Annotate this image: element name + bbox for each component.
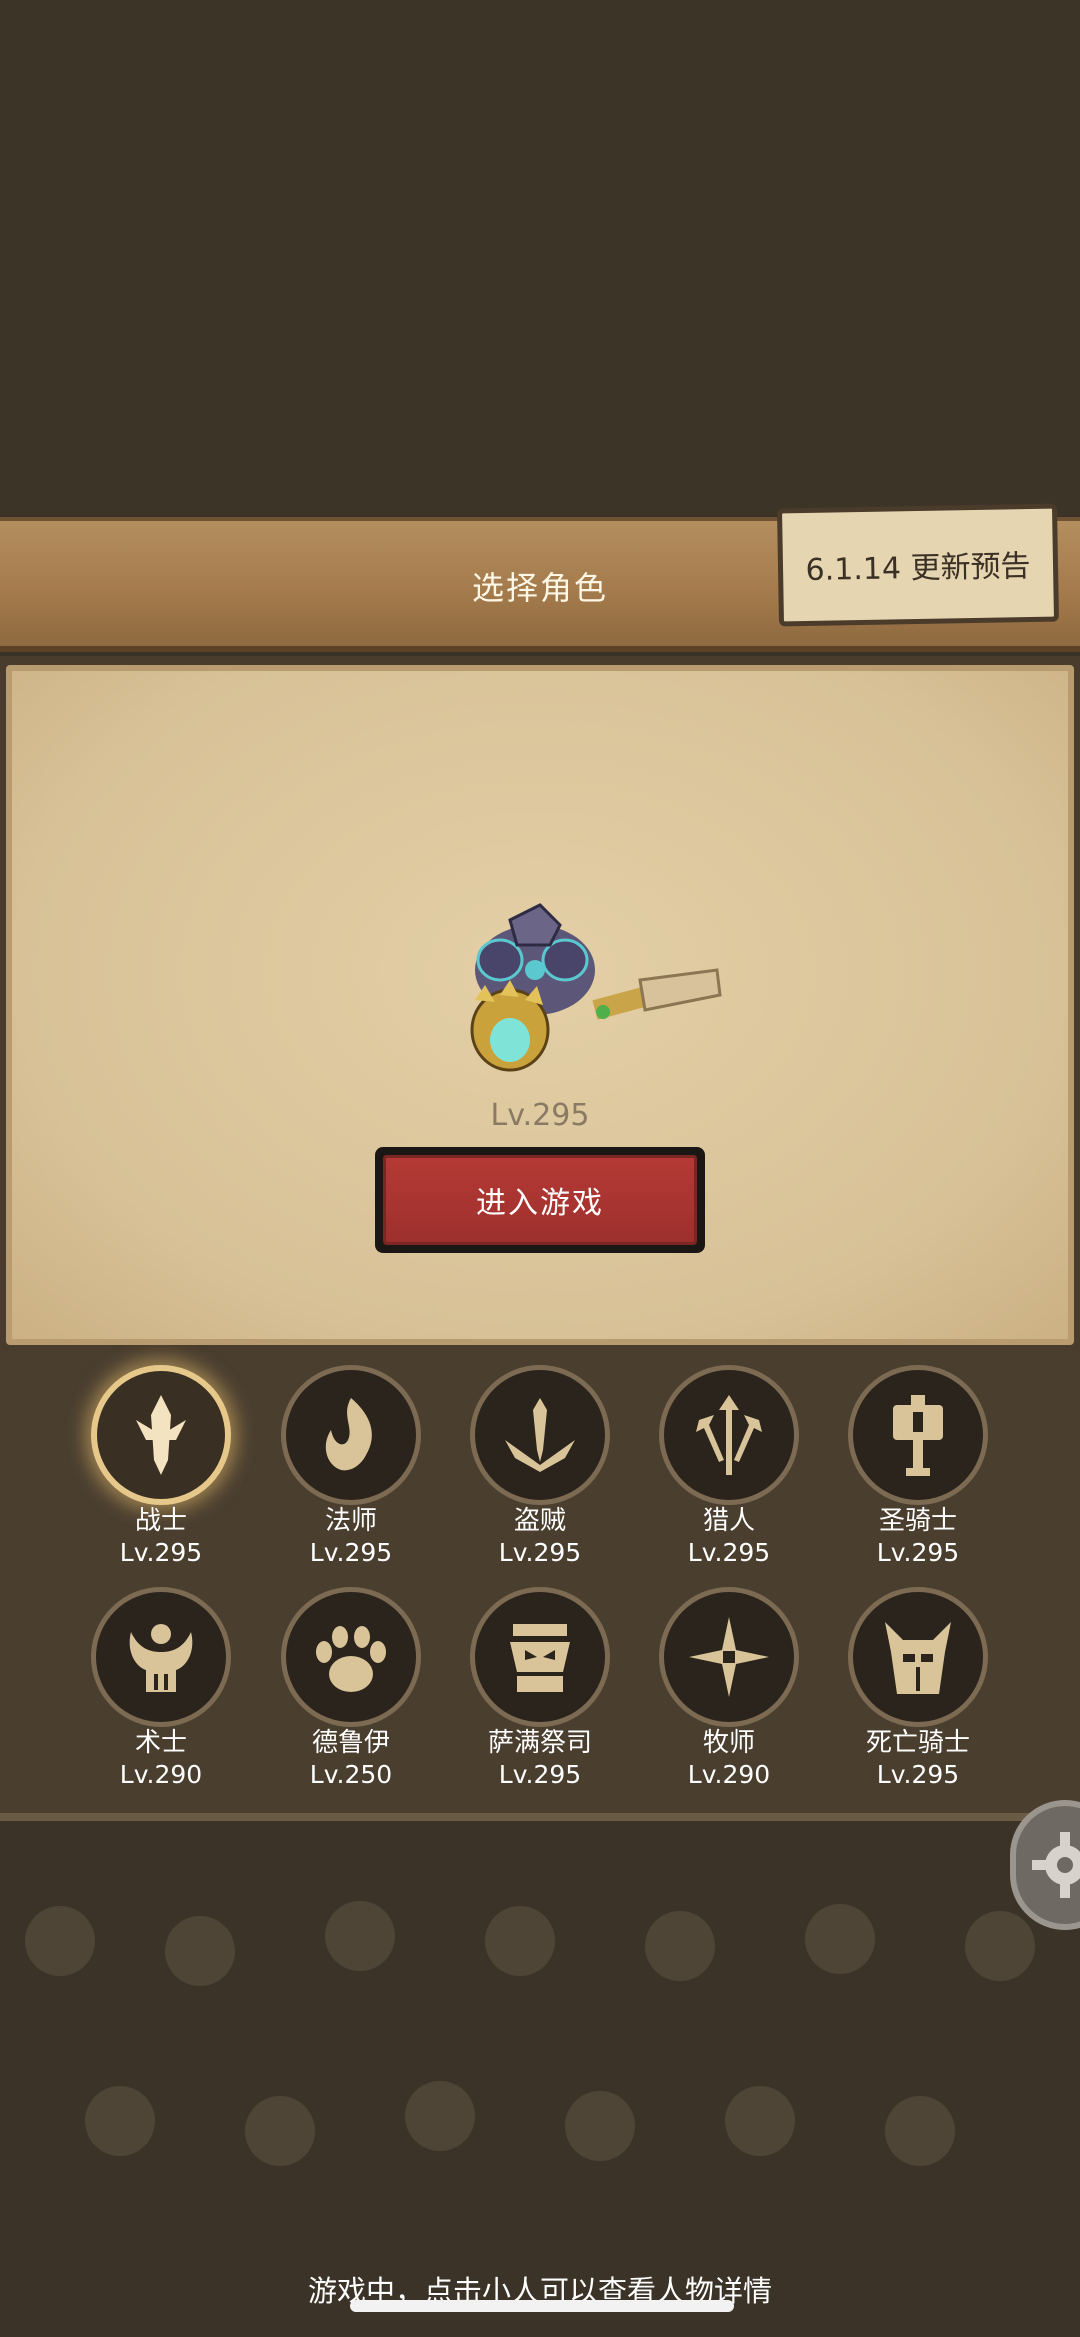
class-level: Lv.295 — [687, 1538, 771, 1567]
class-level: Lv.295 — [119, 1538, 203, 1567]
class-shaman[interactable]: 萨满祭司 Lv.295 — [460, 1587, 620, 1791]
class-level: Lv.295 — [498, 1538, 582, 1567]
warlock-skull-icon — [91, 1587, 231, 1727]
druid-paw-icon — [281, 1587, 421, 1727]
background-pattern — [25, 1901, 1035, 2166]
sword-icon — [592, 968, 722, 1020]
warrior-sword-icon — [91, 1365, 231, 1505]
paladin-hammer-icon — [848, 1365, 988, 1505]
class-rogue[interactable]: 盗贼 Lv.295 — [460, 1365, 620, 1569]
class-name: 盗贼 — [513, 1506, 566, 1536]
class-level: Lv.290 — [119, 1760, 203, 1789]
class-name: 战士 — [134, 1506, 187, 1536]
character-sprite[interactable] — [455, 900, 725, 1100]
update-notice-button[interactable]: 6.1.14 更新预告 — [776, 503, 1060, 627]
class-paladin[interactable]: 圣骑士 Lv.295 — [838, 1365, 998, 1569]
class-name: 德鲁伊 — [311, 1728, 390, 1758]
shaman-totem-icon — [470, 1587, 610, 1727]
gear-icon — [1032, 1832, 1080, 1898]
class-warlock[interactable]: 术士 Lv.290 — [81, 1587, 241, 1791]
class-level: Lv.295 — [876, 1538, 960, 1567]
character-level: Lv.295 — [490, 1098, 590, 1133]
class-deathknight[interactable]: 死亡骑士 Lv.295 — [838, 1587, 998, 1791]
home-indicator[interactable] — [350, 2300, 734, 2312]
hunter-arrows-icon — [659, 1365, 799, 1505]
class-level: Lv.295 — [309, 1538, 393, 1567]
class-level: Lv.290 — [687, 1760, 771, 1789]
rogue-daggers-icon — [470, 1365, 610, 1505]
class-name: 死亡骑士 — [865, 1728, 970, 1758]
class-hunter[interactable]: 猎人 Lv.295 — [649, 1365, 809, 1569]
enter-game-button[interactable]: 进入游戏 — [375, 1147, 705, 1253]
class-name: 术士 — [134, 1728, 187, 1758]
class-warrior[interactable]: 战士 Lv.295 — [81, 1365, 241, 1569]
class-name: 萨满祭司 — [487, 1728, 592, 1758]
class-name: 圣骑士 — [878, 1506, 957, 1536]
claw-gauntlet-icon — [470, 980, 550, 1072]
class-priest[interactable]: 牧师 Lv.290 — [649, 1587, 809, 1791]
top-background — [0, 0, 1080, 515]
priest-star-icon — [659, 1587, 799, 1727]
class-name: 猎人 — [702, 1506, 755, 1536]
class-name: 牧师 — [702, 1728, 755, 1758]
deathknight-helm-icon — [848, 1587, 988, 1727]
enter-game-label: 进入游戏 — [383, 1155, 697, 1245]
bottom-background — [0, 1821, 1080, 2337]
class-level: Lv.295 — [876, 1760, 960, 1789]
class-level: Lv.295 — [498, 1760, 582, 1789]
class-name: 法师 — [324, 1506, 377, 1536]
class-mage[interactable]: 法师 Lv.295 — [271, 1365, 431, 1569]
class-druid[interactable]: 德鲁伊 Lv.250 — [271, 1587, 431, 1791]
class-level: Lv.250 — [309, 1760, 393, 1789]
mage-flame-icon — [281, 1365, 421, 1505]
